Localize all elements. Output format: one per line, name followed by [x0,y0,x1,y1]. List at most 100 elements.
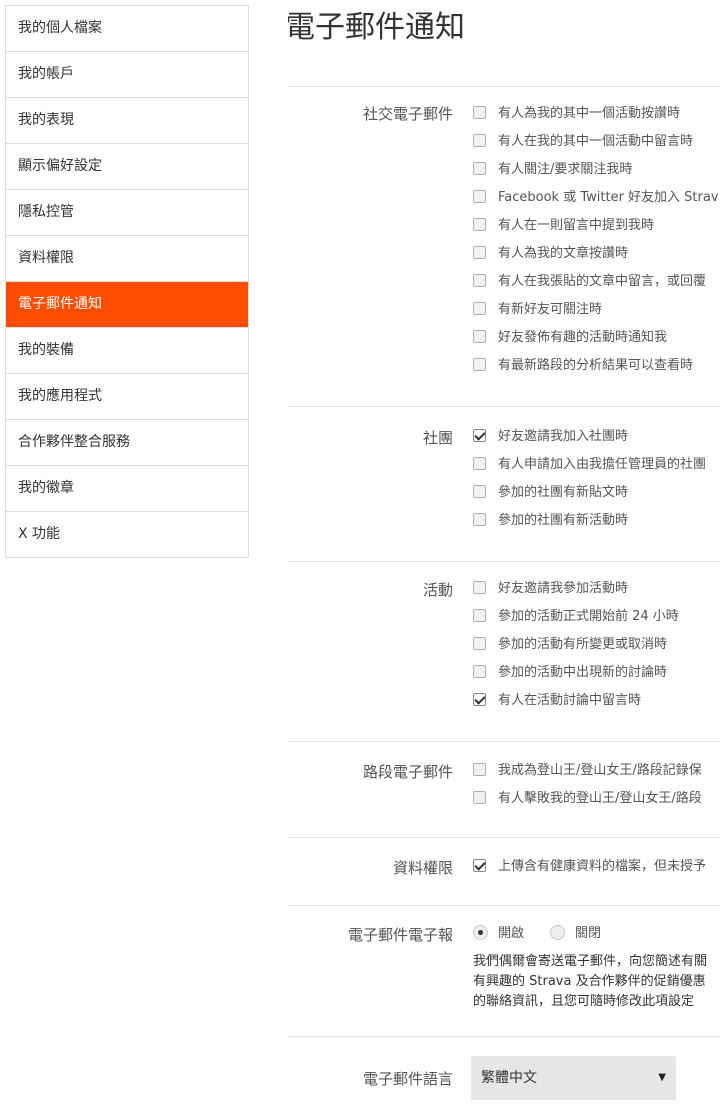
option-club-invite[interactable]: 好友邀請我加入社團時 [473,427,628,447]
option-label: 參加的活動有所變更或取消時 [498,637,668,652]
sidebar-item-email-notifications[interactable]: 電子郵件通知 [6,282,248,328]
language-select[interactable]: 繁體中文 ▼ [471,1056,676,1100]
option-segment-analysis[interactable]: 有最新路段的分析結果可以查看時 [473,356,693,376]
option-label: 有人在我張貼的文章中留言，或回覆 [498,274,707,289]
caret-down-icon: ▼ [658,1072,666,1083]
option-post-kudos[interactable]: 有人為我的文章按讚時 [473,244,628,264]
sidebar-item-account[interactable]: 我的帳戶 [6,52,248,98]
checkbox[interactable] [473,791,486,804]
option-event-changed[interactable]: 參加的活動有所變更或取消時 [473,635,667,655]
option-new-follower[interactable]: 有人關注/要求關注我時 [473,160,632,180]
sidebar-item-partner-integrations[interactable]: 合作夥伴整合服務 [6,420,248,466]
option-club-join-request[interactable]: 有人申請加入由我擔任管理員的社團 [473,455,706,475]
option-label: 好友邀請我加入社團時 [498,429,629,444]
checkbox[interactable] [473,581,486,594]
option-label: 好友發佈有趣的活動時通知我 [498,330,668,345]
checkbox[interactable] [473,106,486,119]
section-label-language: 電子郵件語言 [362,1070,453,1088]
sidebar-item-performance[interactable]: 我的表現 [6,98,248,144]
checkbox[interactable] [473,637,486,650]
option-label: 好友邀請我參加活動時 [498,581,629,596]
page-title: 電子郵件通知 [288,10,465,45]
option-label: 參加的社團有新貼文時 [498,485,629,500]
sidebar-item-privacy-controls[interactable]: 隱私控管 [6,190,248,236]
sidebar-item-data-permissions[interactable]: 資料權限 [6,236,248,282]
option-lost-kom[interactable]: 有人擊敗我的登山王/登山女王/路段 [473,789,702,809]
checkbox[interactable] [473,134,486,147]
description-line: 我們偶爾會寄送電子郵件，向您簡述有關 [473,954,708,969]
section-label-social: 社交電子郵件 [362,105,453,123]
option-health-data-upload[interactable]: 上傳含有健康資料的檔案，但未授予 [473,857,706,877]
checkbox[interactable] [473,330,486,343]
sidebar-item-my-apps[interactable]: 我的應用程式 [6,374,248,420]
checkbox[interactable] [473,218,486,231]
option-label: 有新好友可關注時 [498,302,603,317]
option-label: 參加的活動正式開始前 24 小時 [498,609,679,624]
option-label: 有人為我的其中一個活動按讚時 [498,106,681,121]
email-notifications-panel: 電子郵件通知 社交電子郵件 有人為我的其中一個活動按讚時 有人在我的其中一個活動… [288,0,720,1107]
sidebar-item-x-features[interactable]: X 功能 [6,512,248,558]
checkbox[interactable] [473,162,486,175]
sidebar-item-profile[interactable]: 我的個人檔案 [6,6,248,52]
checkbox[interactable] [473,513,486,526]
checkbox[interactable] [473,246,486,259]
divider [288,905,720,906]
description-line: 有興趣的 Strava 及合作夥伴的促銷優惠 [473,974,706,989]
option-label: 有人在活動討論中留言時 [498,693,642,708]
section-label-events: 活動 [422,581,453,599]
checkbox[interactable] [473,358,486,371]
radio-off[interactable] [550,925,566,940]
option-event-discussion-comment[interactable]: 有人在活動討論中留言時 [473,691,641,711]
divider [288,1036,720,1037]
option-interesting-activity[interactable]: 好友發佈有趣的活動時通知我 [473,328,667,348]
checkbox[interactable] [473,609,486,622]
newsletter-description: 我們偶爾會寄送電子郵件，向您簡述有關 有興趣的 Strava 及合作夥伴的促銷優… [473,952,720,1012]
option-event-reminder[interactable]: 參加的活動正式開始前 24 小時 [473,607,679,627]
option-label: 我成為登山王/登山女王/路段記錄保 [498,763,702,778]
option-label: 有人為我的文章按讚時 [498,246,629,261]
option-event-discussion[interactable]: 參加的活動中出現新的討論時 [473,663,667,683]
divider [288,406,720,407]
option-label: 有人關注/要求關注我時 [498,162,633,177]
checkbox[interactable] [473,665,486,678]
option-label: 上傳含有健康資料的檔案，但未授予 [498,859,707,874]
checkbox[interactable] [473,763,486,776]
option-friend-joined[interactable]: Facebook 或 Twitter 好友加入 Strav [473,188,719,208]
newsletter-radio-group: 開啟 關閉 [473,924,601,944]
option-label: 參加的社團有新活動時 [498,513,629,528]
option-label: Facebook 或 Twitter 好友加入 Strav [498,190,719,205]
sidebar-item-my-gear[interactable]: 我的裝備 [6,328,248,374]
section-label-segments: 路段電子郵件 [362,763,453,781]
divider [288,86,720,87]
option-mentioned[interactable]: 有人在一則留言中提到我時 [473,216,654,236]
section-label-data-permissions: 資料權限 [392,859,453,877]
option-event-invite[interactable]: 好友邀請我參加活動時 [473,579,628,599]
option-activity-comment[interactable]: 有人在我的其中一個活動中留言時 [473,132,693,152]
option-club-new-event[interactable]: 參加的社團有新活動時 [473,511,628,531]
checkbox[interactable] [473,485,486,498]
option-label: 參加的活動中出現新的討論時 [498,665,668,680]
section-label-clubs: 社團 [422,429,453,447]
checkbox-checked[interactable] [473,429,486,442]
option-club-new-post[interactable]: 參加的社團有新貼文時 [473,483,628,503]
checkbox-checked[interactable] [473,859,486,872]
checkbox-checked[interactable] [473,693,486,706]
radio-off-label[interactable]: 關閉 [575,926,601,941]
radio-on-label[interactable]: 開啟 [498,926,524,941]
checkbox[interactable] [473,302,486,315]
option-became-kom[interactable]: 我成為登山王/登山女王/路段記錄保 [473,761,702,781]
section-label-newsletter: 電子郵件電子報 [347,926,453,944]
checkbox[interactable] [473,190,486,203]
option-friend-suggestions[interactable]: 有新好友可關注時 [473,300,602,320]
settings-sidebar: 我的個人檔案 我的帳戶 我的表現 顯示偏好設定 隱私控管 資料權限 電子郵件通知… [5,5,249,558]
option-post-comment[interactable]: 有人在我張貼的文章中留言，或回覆 [473,272,706,292]
divider [288,741,720,742]
sidebar-item-my-badges[interactable]: 我的徽章 [6,466,248,512]
option-activity-kudos[interactable]: 有人為我的其中一個活動按讚時 [473,104,680,124]
checkbox[interactable] [473,457,486,470]
radio-on[interactable] [473,925,488,940]
checkbox[interactable] [473,274,486,287]
sidebar-item-display-preferences[interactable]: 顯示偏好設定 [6,144,248,190]
option-label: 有人在一則留言中提到我時 [498,218,655,233]
option-label: 有人在我的其中一個活動中留言時 [498,134,694,149]
